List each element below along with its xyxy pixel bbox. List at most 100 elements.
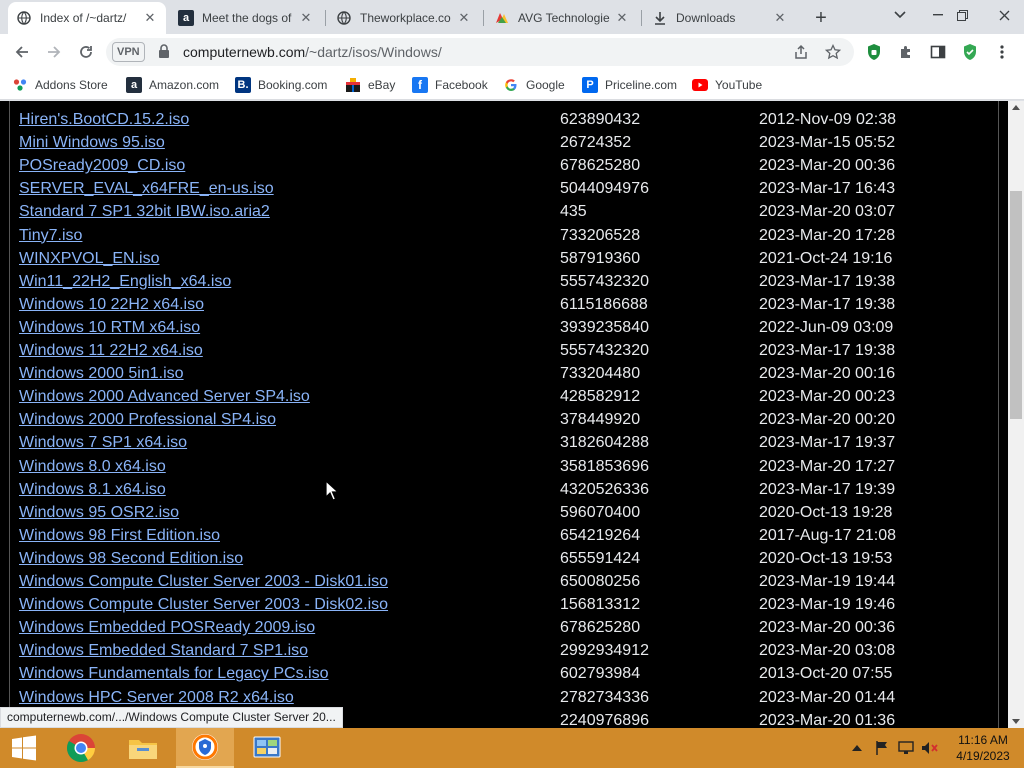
bookmark-google[interactable]: Google: [503, 76, 565, 94]
file-link[interactable]: Windows 2000 Professional SP4.iso: [19, 408, 276, 431]
file-link[interactable]: Windows 11 22H2 x64.iso: [19, 339, 203, 362]
bookmark-priceline[interactable]: P Priceline.com: [582, 76, 677, 94]
file-date: 2023-Mar-17 19:38: [759, 342, 896, 359]
address-bar[interactable]: VPN computernewb.com/~dartz/isos/Windows…: [106, 38, 854, 66]
file-link[interactable]: Windows 2000 5in1.iso: [19, 362, 184, 385]
tab-meet-the-dogs[interactable]: a Meet the dogs of ✕: [170, 2, 322, 34]
file-link[interactable]: Windows Compute Cluster Server 2003 - Di…: [19, 570, 388, 593]
bookmark-amazon[interactable]: a Amazon.com: [126, 76, 219, 94]
file-link[interactable]: Windows 8.1 x64.iso: [19, 478, 166, 501]
table-row: Windows 2000 5in1.iso 733204480 2023-Mar-2…: [0, 362, 1000, 385]
browser-toolbar: VPN computernewb.com/~dartz/isos/Windows…: [0, 34, 1024, 70]
vpn-extension-icon[interactable]: [863, 41, 885, 63]
shield-check-icon[interactable]: [959, 41, 981, 63]
tab-downloads[interactable]: Downloads ✕: [644, 2, 796, 34]
amazon-icon: a: [126, 77, 142, 93]
tab-theworkplace[interactable]: Theworkplace.co ✕: [328, 2, 480, 34]
file-link[interactable]: Windows 10 22H2 x64.iso: [19, 293, 204, 316]
file-link[interactable]: Win11_22H2_English_x64.iso: [19, 270, 231, 293]
reload-button[interactable]: [72, 38, 100, 66]
youtube-icon: [692, 77, 708, 93]
file-link[interactable]: Windows 98 Second Edition.iso: [19, 547, 243, 570]
taskbar-chrome[interactable]: [52, 728, 110, 768]
back-button[interactable]: [8, 38, 36, 66]
file-link[interactable]: Windows 8.0 x64.iso: [19, 455, 166, 478]
table-row: Windows Compute Cluster Server 2003 - Di…: [0, 570, 1000, 593]
close-icon[interactable]: ✕: [142, 10, 158, 26]
table-row: Windows 2000 Advanced Server SP4.iso 4285…: [0, 385, 1000, 408]
vertical-scrollbar[interactable]: [1008, 101, 1024, 728]
file-link[interactable]: Windows Embedded POSReady 2009.iso: [19, 616, 315, 639]
action-center-flag-icon[interactable]: [872, 728, 892, 768]
close-window-icon[interactable]: [984, 0, 1024, 30]
side-panel-icon[interactable]: [927, 41, 949, 63]
tray-show-hidden-icon[interactable]: [848, 728, 866, 768]
file-link[interactable]: Windows 98 First Edition.iso: [19, 524, 220, 547]
bookmark-ebay[interactable]: eBay: [345, 76, 395, 94]
table-row: Windows 8.1 x64.iso 4320526336 2023-Mar-17…: [0, 478, 1000, 501]
bookmark-youtube[interactable]: YouTube: [692, 76, 762, 94]
file-link[interactable]: Tiny7.iso: [19, 224, 82, 247]
file-link[interactable]: SERVER_EVAL_x64FRE_en-us.iso: [19, 177, 274, 200]
forward-button[interactable]: [40, 38, 68, 66]
file-link[interactable]: Standard 7 SP1 32bit IBW.iso.aria2: [19, 200, 270, 223]
share-icon[interactable]: [792, 43, 810, 61]
close-icon[interactable]: ✕: [456, 10, 472, 26]
bookmark-star-icon[interactable]: [824, 43, 842, 61]
file-link[interactable]: Windows Embedded Standard 7 SP1.iso: [19, 639, 308, 662]
vpn-badge[interactable]: VPN: [112, 42, 145, 62]
extensions-puzzle-icon[interactable]: [895, 41, 917, 63]
file-link[interactable]: Hiren's.BootCD.15.2.iso: [19, 108, 189, 131]
file-link[interactable]: Mini Windows 95.iso: [19, 131, 165, 154]
restore-icon[interactable]: [946, 0, 978, 30]
start-button[interactable]: [0, 728, 48, 768]
file-link[interactable]: Windows HPC Server 2008 R2 x64.iso: [19, 686, 294, 709]
bookmark-booking[interactable]: B. Booking.com: [235, 76, 327, 94]
system-clock[interactable]: 11:16 AM 4/19/2023: [948, 732, 1018, 764]
menu-kebab-icon[interactable]: [991, 41, 1013, 63]
lock-icon[interactable]: [158, 44, 172, 60]
file-link[interactable]: Windows Fundamentals for Legacy PCs.iso: [19, 662, 328, 685]
scroll-up-arrow-icon[interactable]: [1012, 105, 1020, 110]
scroll-down-arrow-icon[interactable]: [1012, 719, 1020, 724]
tab-search-icon[interactable]: [884, 0, 916, 30]
file-size: 428582912: [560, 388, 641, 406]
tab-title: Index of /~dartz/: [40, 11, 127, 25]
taskbar-file-explorer[interactable]: [114, 728, 172, 768]
file-link[interactable]: Windows Compute Cluster Server 2003 - Di…: [19, 593, 388, 616]
screen: Index of /~dartz/ ✕ a Meet the dogs of ✕…: [0, 0, 1024, 768]
tab-index-dartz[interactable]: Index of /~dartz/ ✕: [8, 2, 166, 34]
directory-listing: Hiren's.BootCD.15.2.iso 623890432 2012-Nov…: [0, 101, 1008, 728]
file-link[interactable]: Windows 2000 Advanced Server SP4.iso: [19, 385, 310, 408]
network-icon[interactable]: [896, 728, 916, 768]
table-row: SERVER_EVAL_x64FRE_en-us.iso 5044094976 20…: [0, 177, 1000, 200]
file-link[interactable]: POSready2009_CD.iso: [19, 154, 185, 177]
file-size: 3939235840: [560, 318, 649, 336]
file-link[interactable]: WINXPVOL_EN.iso: [19, 247, 159, 270]
tab-avg-technologies[interactable]: AVG Technologie ✕: [486, 2, 638, 34]
windows-taskbar: 11:16 AM 4/19/2023: [0, 728, 1024, 768]
close-icon[interactable]: ✕: [772, 10, 788, 26]
file-date: 2023-Mar-20 17:27: [759, 457, 896, 475]
close-icon[interactable]: ✕: [614, 10, 630, 26]
table-row: Windows HPC Server 2008 R2 x64.iso 278273…: [0, 686, 1000, 709]
tab-title: Theworkplace.co: [360, 11, 451, 25]
file-link[interactable]: Windows 10 RTM x64.iso: [19, 316, 200, 339]
file-date: 2023-Mar-17 19:39: [759, 480, 896, 498]
table-row: WINXPVOL_EN.iso 587919360 2021-Oct-24 19:1…: [0, 247, 1000, 270]
taskbar-avast-secure-browser[interactable]: [176, 728, 234, 768]
close-icon[interactable]: ✕: [298, 10, 314, 26]
file-date: 2017-Aug-17 21:08: [759, 526, 896, 544]
scrollbar-thumb[interactable]: [1010, 191, 1022, 419]
file-link[interactable]: Windows 95 OSR2.iso: [19, 501, 179, 524]
file-size: 733204480: [560, 365, 641, 383]
file-link[interactable]: Windows 7 SP1 x64.iso: [19, 431, 187, 454]
volume-muted-icon[interactable]: [920, 728, 940, 768]
table-row: Windows 8.0 x64.iso 3581853696 2023-Mar-20…: [0, 455, 1000, 478]
bookmark-facebook[interactable]: f Facebook: [412, 76, 488, 94]
taskbar-control-panel[interactable]: [238, 728, 296, 768]
url-text[interactable]: computernewb.com/~dartz/isos/Windows/: [183, 44, 442, 60]
bookmark-addons-store[interactable]: Addons Store: [12, 76, 108, 94]
file-date: 2023-Mar-20 01:44: [759, 688, 896, 706]
new-tab-button[interactable]: +: [808, 5, 834, 31]
